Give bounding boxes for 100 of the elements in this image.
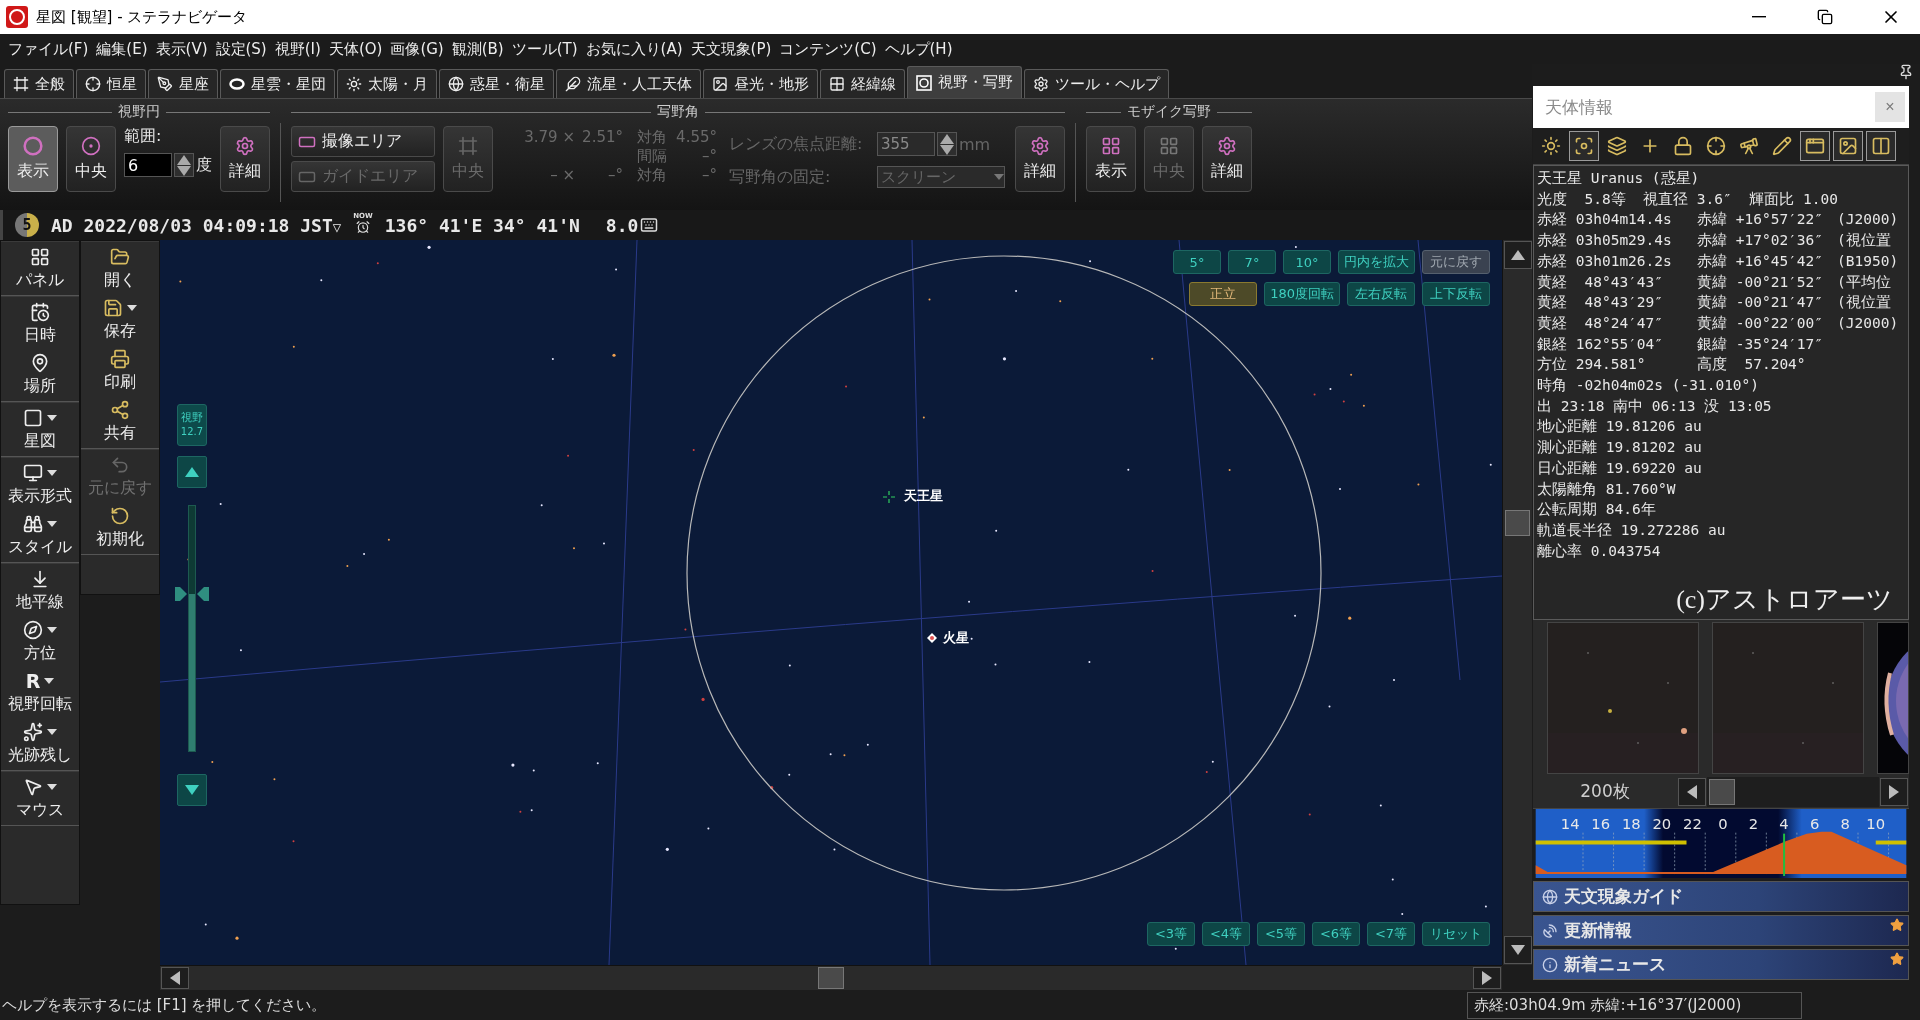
info-text: 日心距離 19.69220 au [1537,458,1703,478]
map-button[interactable]: 円内を拡大 [1338,250,1415,274]
map-button[interactable]: <4等 [1202,922,1250,946]
sidebar-button[interactable]: 開く [81,246,159,291]
menu-item[interactable]: ヘルプ(H) [880,39,957,59]
info-text: 公転周期 84.6年 [1537,500,1657,520]
tab[interactable]: 太陽・月 [337,69,437,98]
info-text: 赤経 03h05m29.4s [1537,231,1673,251]
tab[interactable]: ツール・ヘルプ [1024,69,1169,98]
dropdown-caret[interactable]: ▽ [332,218,342,235]
hour-label: 4 [1779,814,1789,832]
range-field[interactable]: 6 [124,153,172,177]
menu-item[interactable]: コンテンツ(C) [775,39,881,59]
info-text: 測心距離 19.81202 au [1537,438,1703,458]
guide-bar[interactable]: 新着ニュース [1533,949,1909,980]
group-title: モザイク写野 [1086,103,1252,121]
menu-item[interactable]: 観測(B) [447,39,508,59]
menu-item[interactable]: 表示(V) [151,39,212,59]
group-title: 視野円 [8,103,270,121]
menu-item[interactable]: ツール(T) [507,39,582,59]
area-button[interactable]: 撮像エリア [291,126,435,157]
date-time-text[interactable]: AD 2022/08/03 04:09:18 JST▽ [51,214,342,236]
tab[interactable]: 惑星・衛星 [439,69,554,98]
menu-item[interactable]: 画像(G) [386,39,448,59]
center-button[interactable]: 中央 [66,126,116,192]
map-button[interactable]: <7等 [1367,922,1415,946]
sidebar-button[interactable]: 場所 [1,352,79,397]
map-button[interactable]: <3等 [1147,922,1195,946]
info-text: 高度 57.204° [1697,355,1807,375]
readout-label: 間隔 [636,147,668,166]
coordinates-text: 赤経:03h04.9m 赤緯:+16°37′(J2000) [1467,991,1802,1019]
readout-value: –° [701,147,718,166]
location-text[interactable]: 136° 41'E 34° 41'N [384,214,580,236]
info-text: 赤経 03h01m26.2s [1537,251,1673,271]
menu-item[interactable]: 編集(E) [92,39,152,59]
tab[interactable]: 流星・人工天体 [556,69,701,98]
sidebar-button[interactable]: 光跡残し [1,721,79,766]
detail-button[interactable]: 詳細 [220,126,270,192]
map-button[interactable]: 左右反転 [1347,282,1415,306]
image-count: 200枚 [1579,780,1631,803]
info-text: 黄緯 -00°21′47″ [1697,293,1825,313]
menu-item[interactable]: お気に入り(A) [581,39,687,59]
info-text: 赤緯 +17°02′36″ [1697,231,1825,251]
tab[interactable]: 全般 [4,69,74,98]
info-text: 方位 294.581° [1537,355,1647,375]
sidebar-button[interactable]: 初期化 [81,505,159,550]
menu-item[interactable]: 天文現象(P) [686,39,776,59]
hour-label: 20 [1652,814,1672,832]
sidebar-button[interactable]: 地平線 [1,568,79,613]
readout-value: 4.55° [675,128,718,147]
menu-item[interactable]: 設定(S) [211,39,271,59]
sidebar-button[interactable]: 共有 [81,399,159,444]
tab[interactable]: 視野・写野 [907,66,1022,98]
sidebar-button[interactable]: 保存 [81,297,159,342]
map-button[interactable]: 180度回転 [1264,282,1340,306]
guide-bar[interactable]: 更新情報 [1533,915,1909,946]
tab[interactable]: 星座 [148,69,218,98]
menu-item[interactable]: ファイル(F) [4,39,93,59]
tab[interactable]: 星雲・星団 [220,69,335,98]
map-button[interactable]: <6等 [1312,922,1360,946]
tab[interactable]: 恒星 [76,69,146,98]
mosaic-button[interactable]: 詳細 [1202,126,1252,192]
close-button[interactable]: × [1875,92,1905,122]
moon-age-badge: 5 [15,213,39,237]
sidebar-button[interactable]: マウス [1,776,79,821]
info-text: (J2000) [1837,210,1900,230]
mosaic-button[interactable]: 表示 [1086,126,1136,192]
map-button[interactable]: 7° [1228,250,1276,274]
sidebar-button[interactable]: パネル [1,246,79,291]
sidebar-button[interactable]: 印刷 [81,348,159,393]
letter-icon: R [25,670,41,692]
copyright-text: (c)アストロアーツ [1676,590,1894,617]
info-text: 地心距離 19.81206 au [1537,417,1703,437]
hour-label: 8 [1840,814,1850,832]
readout-label: 対角 [636,128,668,147]
info-text: 光度 5.8等 視直径 3.6″ 輝面比 1.00 [1537,189,1839,209]
map-button[interactable]: 正立 [1189,282,1258,306]
map-button[interactable]: 10° [1283,250,1331,274]
zoom-text[interactable]: 8.0 [605,214,639,236]
tab[interactable]: 経緯線 [820,69,905,98]
show-button[interactable]: 表示 [8,126,58,192]
sidebar-button[interactable]: スタイル [1,513,79,558]
menu-item[interactable]: 視野(I) [270,39,325,59]
info-text: 時角 -02h04m02s (-31.010°) [1537,376,1761,396]
map-button[interactable]: リセット [1422,922,1490,946]
map-button[interactable]: <5等 [1257,922,1305,946]
guide-bar[interactable]: 天文現象ガイド [1533,881,1909,912]
detail-button[interactable]: 詳細 [1015,126,1065,192]
readout-value: –° [701,166,718,185]
menu-item[interactable]: 天体(O) [324,39,387,59]
sidebar-button[interactable]: 星図 [1,407,79,452]
sidebar-button[interactable]: 表示形式 [1,462,79,507]
info-text: 黄緯 -00°22′00″ [1697,313,1825,333]
tab[interactable]: 昼光・地形 [703,69,818,98]
sidebar-button[interactable]: 方位 [1,619,79,664]
map-button[interactable]: 5° [1173,250,1221,274]
sidebar-button[interactable]: 日時 [1,301,79,346]
info-text: (視位置 [1837,293,1892,313]
sidebar-button[interactable]: R 視野回転 [1,670,79,715]
map-button[interactable]: 上下反転 [1422,282,1490,306]
